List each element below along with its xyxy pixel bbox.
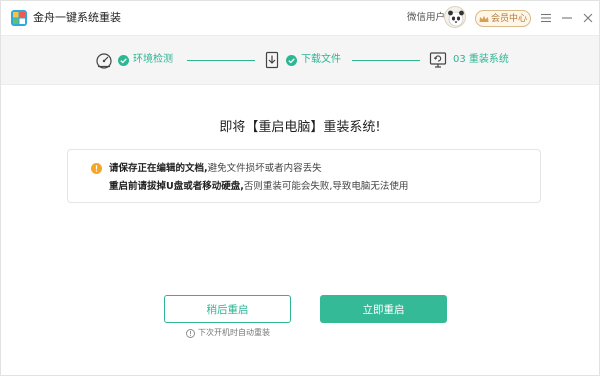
app-title: 金舟一键系统重装 <box>33 11 121 24</box>
auto-reinstall-note: 下次开机时自动重装 <box>186 327 270 339</box>
step-connector <box>187 60 255 61</box>
title-bar: 金舟一键系统重装 微信用户 会员中心 <box>1 1 599 35</box>
step-label: 下载文件 <box>301 54 341 65</box>
crown-icon <box>479 15 489 22</box>
step-label: 03 重装系统 <box>453 54 509 65</box>
notice-line-1-bold: 请保存正在编辑的文档, <box>109 163 208 174</box>
step-reinstall-system: 03 重装系统 <box>429 51 509 69</box>
app-logo-icon <box>11 10 27 26</box>
monitor-refresh-icon <box>429 52 447 68</box>
auto-reinstall-text: 下次开机时自动重装 <box>198 328 270 337</box>
vip-center-label: 会员中心 <box>490 13 527 24</box>
step-download-files: 下载文件 <box>263 51 341 69</box>
page-title: 即将【重启电脑】重装系统! <box>219 120 381 135</box>
download-file-icon <box>265 51 279 69</box>
notice-line-1-text: 避免文件损坏或者内容丢失 <box>207 163 322 174</box>
step-connector <box>352 60 420 61</box>
gauge-icon <box>96 53 112 69</box>
notice-line-2-bold: 重启前请拔掉U盘或者移动硬盘, <box>109 181 244 192</box>
step-label: 环境检测 <box>133 54 173 65</box>
minimize-icon[interactable] <box>560 11 574 25</box>
menu-icon[interactable] <box>539 11 553 25</box>
close-icon[interactable] <box>581 11 595 25</box>
user-name[interactable]: 微信用户 <box>407 12 445 24</box>
notice-line-2: 重启前请拔掉U盘或者移动硬盘,否则重装可能会失败,导致电脑无法使用 <box>109 181 408 193</box>
notice-line-1: 请保存正在编辑的文档,避免文件损坏或者内容丢失 <box>109 163 322 175</box>
panda-avatar-icon <box>448 10 464 27</box>
check-circle-icon <box>286 54 297 66</box>
app-window: 金舟一键系统重装 微信用户 会员中心 环境检测 下载文件 03 重装系统 即将【… <box>0 0 600 376</box>
avatar[interactable] <box>444 6 466 28</box>
restart-now-button[interactable]: 立即重启 <box>320 295 447 323</box>
notice-line-2-text: 否则重装可能会失败,导致电脑无法使用 <box>243 181 409 192</box>
progress-steps: 环境检测 下载文件 03 重装系统 <box>1 35 599 85</box>
check-circle-icon <box>118 54 129 66</box>
restart-later-button[interactable]: 稍后重启 <box>164 295 291 323</box>
step-environment-check: 环境检测 <box>95 51 173 69</box>
warning-notice: 请保存正在编辑的文档,避免文件损坏或者内容丢失 重启前请拔掉U盘或者移动硬盘,否… <box>67 149 541 203</box>
vip-center-button[interactable]: 会员中心 <box>475 10 531 27</box>
info-icon <box>186 328 195 338</box>
warning-icon <box>91 163 102 174</box>
